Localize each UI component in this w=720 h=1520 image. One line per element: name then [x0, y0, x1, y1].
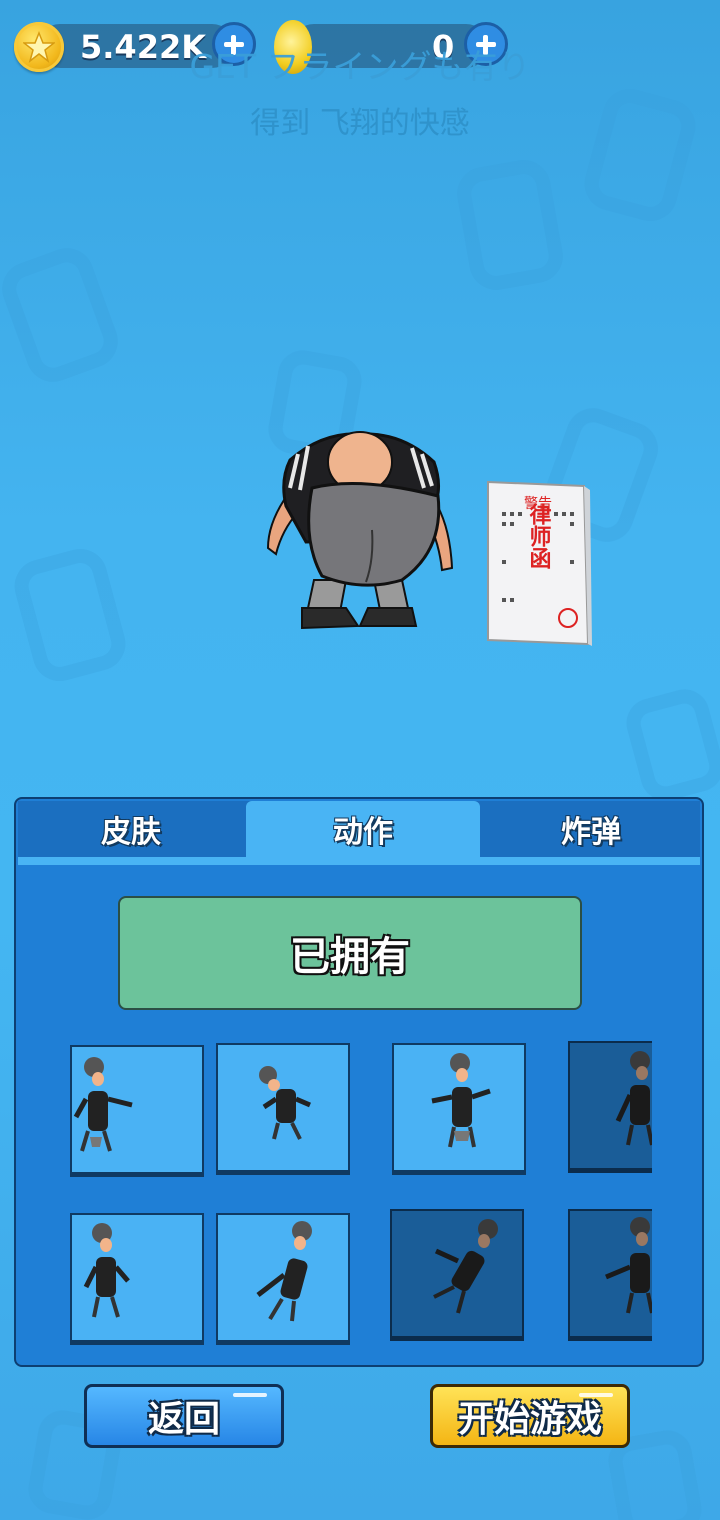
lawyer-letter-icon: 警告 律师函: [487, 480, 592, 646]
pose-icon: [256, 1221, 312, 1322]
start-game-button[interactable]: 开始游戏: [430, 1384, 630, 1448]
character-back-view: [266, 431, 454, 630]
tab-underline: [18, 857, 700, 865]
pose-icon: [615, 1051, 652, 1146]
pose-icon: [73, 1057, 133, 1152]
button-shine: [579, 1393, 613, 1397]
action-tile[interactable]: [216, 1043, 350, 1175]
action-grid: [70, 1039, 652, 1359]
pose-icon: [431, 1053, 491, 1148]
pose-icon: [605, 1217, 652, 1314]
tab-skins[interactable]: 皮肤: [18, 801, 244, 857]
pose-icon: [433, 1219, 498, 1314]
pose-icon: [83, 1223, 130, 1318]
start-game-label: 开始游戏: [457, 1399, 602, 1440]
pose-icon: [259, 1066, 311, 1140]
promo-title: GET フライングも有り: [189, 47, 531, 86]
shop-panel: 皮肤 动作 炸弹 已拥有: [14, 797, 704, 1367]
back-button-label: 返回: [147, 1399, 220, 1440]
action-tile[interactable]: [392, 1043, 526, 1175]
tab-actions[interactable]: 动作: [246, 801, 480, 857]
action-tile[interactable]: [70, 1045, 204, 1177]
tab-bar: 皮肤 动作 炸弹: [18, 801, 700, 857]
button-shine: [233, 1393, 267, 1397]
action-tile-locked[interactable]: [568, 1041, 652, 1173]
promo-subtitle: 得到 飞翔的快感: [250, 106, 470, 141]
back-button[interactable]: 返回: [84, 1384, 284, 1448]
action-tile-locked[interactable]: [390, 1209, 524, 1341]
tab-bombs[interactable]: 炸弹: [482, 801, 700, 857]
letter-main-text: 律师函: [526, 502, 552, 570]
action-tile[interactable]: [216, 1213, 350, 1345]
action-tile[interactable]: [70, 1213, 204, 1345]
action-tile-locked[interactable]: [568, 1209, 652, 1341]
owned-status-button[interactable]: 已拥有: [118, 896, 582, 1010]
